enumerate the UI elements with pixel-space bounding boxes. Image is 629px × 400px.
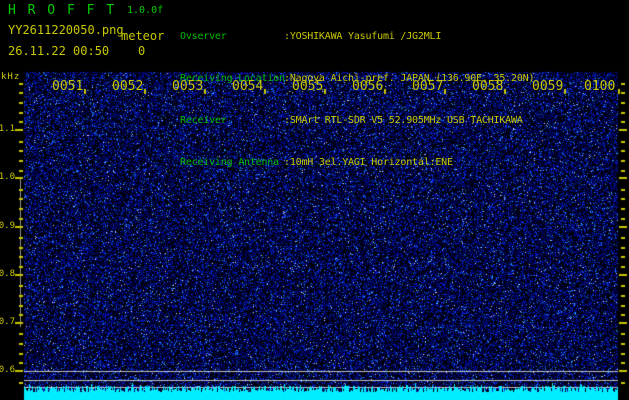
antenna-label: Receiving Antenna: [180, 157, 279, 168]
freq-label-0-7: 0.7: [0, 317, 15, 327]
freq-label-0-8: 0.8: [0, 269, 15, 279]
time-label-0056: 0056: [352, 79, 384, 94]
time-label-0057: 0057: [412, 79, 444, 94]
receiver-value: :SMArt RTL-SDR V5 52.905MHz USB TACHIKAW…: [284, 115, 523, 126]
freq-label-0-9: 0.9: [0, 221, 15, 231]
time-label-0051: 0051: [52, 79, 84, 94]
observer-value: :YOSHIKAWA Yasufumi /JG2MLI: [284, 31, 442, 42]
time-label-0052: 0052: [112, 79, 144, 94]
khz-unit-label: kHz: [1, 72, 21, 82]
time-label-0053: 0053: [172, 79, 204, 94]
info-row-receiver: Receiver :SMArt RTL-SDR V5 52.905MHz USB …: [180, 114, 620, 128]
info-row-observer: Ovserver :YOSHIKAWA Yasufumi /JG2MLI: [180, 30, 620, 44]
time-label-0100: 0100: [584, 79, 616, 94]
app-title: H R O F F T: [8, 3, 117, 18]
time-label-0059: 0059: [532, 79, 564, 94]
filename-label: YY2611220050.png: [8, 23, 124, 37]
meteor-count-value: 0: [138, 44, 146, 58]
receiver-label: Receiver: [180, 115, 227, 126]
freq-label-0-6: 0.6: [0, 365, 15, 375]
time-label-0055: 0055: [292, 79, 324, 94]
hrofft-screen: H R O F F T 1.0.0f YY2611220050.png mete…: [0, 0, 629, 400]
time-label-0054: 0054: [232, 79, 264, 94]
station-info: Ovserver :YOSHIKAWA Yasufumi /JG2MLI Rece…: [180, 2, 620, 198]
mode-label: meteor: [121, 29, 165, 43]
datetime-label: 26.11.22 00:50: [8, 44, 110, 58]
freq-label-1-1: 1.1: [0, 124, 15, 134]
freq-label-1-0: 1.0: [0, 172, 15, 182]
app-version: 1.0.0f: [127, 5, 164, 16]
time-label-0058: 0058: [472, 79, 504, 94]
antenna-value: :10mH 3el.YAGI Horizontal:ENE: [284, 157, 453, 168]
info-row-antenna: Receiving Antenna :10mH 3el.YAGI Horizont…: [180, 156, 620, 170]
observer-label: Ovserver: [180, 31, 227, 42]
